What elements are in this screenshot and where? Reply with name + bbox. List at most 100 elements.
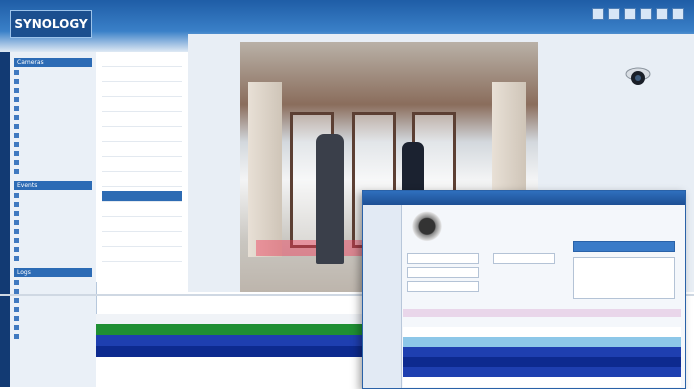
grid-icon[interactable]	[656, 8, 668, 20]
pillar-left	[248, 82, 282, 257]
sidebar-item[interactable]	[14, 237, 92, 244]
settings-icon[interactable]	[624, 8, 636, 20]
camera-icon	[14, 79, 19, 84]
table-row[interactable]	[403, 337, 681, 347]
timeline-strip[interactable]	[403, 309, 681, 317]
camera-icon	[14, 124, 19, 129]
dialog-field[interactable]	[407, 281, 479, 292]
table-cell	[296, 346, 363, 357]
nav-item[interactable]	[102, 251, 182, 262]
camera-icon	[14, 169, 19, 174]
camera-icon	[14, 229, 19, 234]
table-row[interactable]	[403, 327, 681, 337]
logout-icon[interactable]	[672, 8, 684, 20]
table-cell	[229, 346, 296, 357]
nav-item[interactable]	[102, 236, 182, 247]
column-header[interactable]	[163, 314, 230, 324]
nav-item[interactable]	[102, 161, 182, 172]
person-figure	[316, 134, 344, 264]
column-header[interactable]	[296, 314, 363, 324]
sidebar-item[interactable]	[14, 78, 92, 85]
sidebar-item[interactable]	[14, 255, 92, 262]
sidebar-section-header[interactable]: Cameras	[14, 58, 92, 67]
header-toolbar	[592, 8, 684, 20]
nav-item[interactable]	[102, 191, 182, 202]
table-cell	[163, 346, 230, 357]
settings-nav	[96, 52, 188, 282]
nav-item[interactable]	[102, 206, 182, 217]
sidebar-item[interactable]	[14, 105, 92, 112]
table-row[interactable]	[403, 347, 681, 357]
table-row[interactable]	[403, 367, 681, 377]
table-cell	[229, 324, 296, 335]
camera-icon	[14, 220, 19, 225]
sidebar-item[interactable]	[14, 324, 92, 331]
nav-item[interactable]	[102, 56, 182, 67]
bell-icon[interactable]	[608, 8, 620, 20]
dialog-sidebar	[363, 205, 402, 388]
camera-settings-dialog	[362, 190, 686, 389]
camera-icon	[14, 247, 19, 252]
nav-item[interactable]	[102, 71, 182, 82]
sidebar-item[interactable]	[14, 333, 92, 340]
sidebar-item[interactable]	[14, 114, 92, 121]
sidebar-item[interactable]	[14, 219, 92, 226]
sidebar-item[interactable]	[14, 210, 92, 217]
camera-icon	[14, 238, 19, 243]
dialog-field[interactable]	[493, 253, 555, 264]
camera-icon	[14, 70, 19, 75]
camera-icon	[14, 316, 19, 321]
sidebar-item[interactable]	[14, 306, 92, 313]
table-cell	[229, 335, 296, 346]
nav-item[interactable]	[102, 101, 182, 112]
sidebar-item[interactable]	[14, 123, 92, 130]
help-icon[interactable]	[640, 8, 652, 20]
left-edge-strip	[0, 52, 10, 387]
sidebar-item[interactable]	[14, 279, 92, 286]
camera-icon	[14, 256, 19, 261]
table-cell	[96, 335, 163, 346]
sidebar-item[interactable]	[14, 69, 92, 76]
nav-item[interactable]	[102, 176, 182, 187]
sidebar-item[interactable]	[14, 228, 92, 235]
dialog-field[interactable]	[407, 253, 479, 264]
sidebar-item[interactable]	[14, 315, 92, 322]
table-row[interactable]	[96, 346, 362, 357]
nav-item[interactable]	[102, 131, 182, 142]
camera-icon	[14, 151, 19, 156]
sidebar-item[interactable]	[14, 141, 92, 148]
camera-icon	[14, 160, 19, 165]
sidebar-section-header[interactable]: Events	[14, 181, 92, 190]
table-cell	[163, 324, 230, 335]
sidebar-item[interactable]	[14, 150, 92, 157]
app-logo: SYNOLOGY	[10, 10, 92, 38]
nav-item[interactable]	[102, 221, 182, 232]
camera-icon	[14, 307, 19, 312]
sidebar-item[interactable]	[14, 201, 92, 208]
column-header[interactable]	[229, 314, 296, 324]
sidebar-item[interactable]	[14, 168, 92, 175]
column-header[interactable]	[96, 314, 163, 324]
sidebar-item[interactable]	[14, 159, 92, 166]
sidebar-item[interactable]	[14, 132, 92, 139]
dialog-title-bar[interactable]	[363, 191, 685, 205]
table-row[interactable]	[403, 357, 681, 367]
nav-item[interactable]	[102, 146, 182, 157]
camera-icon	[14, 211, 19, 216]
sidebar-item[interactable]	[14, 96, 92, 103]
dialog-field[interactable]	[407, 267, 479, 278]
dialog-event-table	[403, 327, 681, 387]
camera-icon	[14, 325, 19, 330]
user-icon[interactable]	[592, 8, 604, 20]
camera-icon	[14, 142, 19, 147]
table-row[interactable]	[96, 324, 362, 335]
table-row[interactable]	[96, 335, 362, 346]
nav-item[interactable]	[102, 116, 182, 127]
sidebar-item[interactable]	[14, 192, 92, 199]
sidebar-item[interactable]	[14, 246, 92, 253]
nav-item[interactable]	[102, 86, 182, 97]
sidebar-section-header[interactable]: Logs	[14, 268, 92, 277]
sidebar-item[interactable]	[14, 297, 92, 304]
sidebar-item[interactable]	[14, 87, 92, 94]
camera-icon	[14, 88, 19, 93]
